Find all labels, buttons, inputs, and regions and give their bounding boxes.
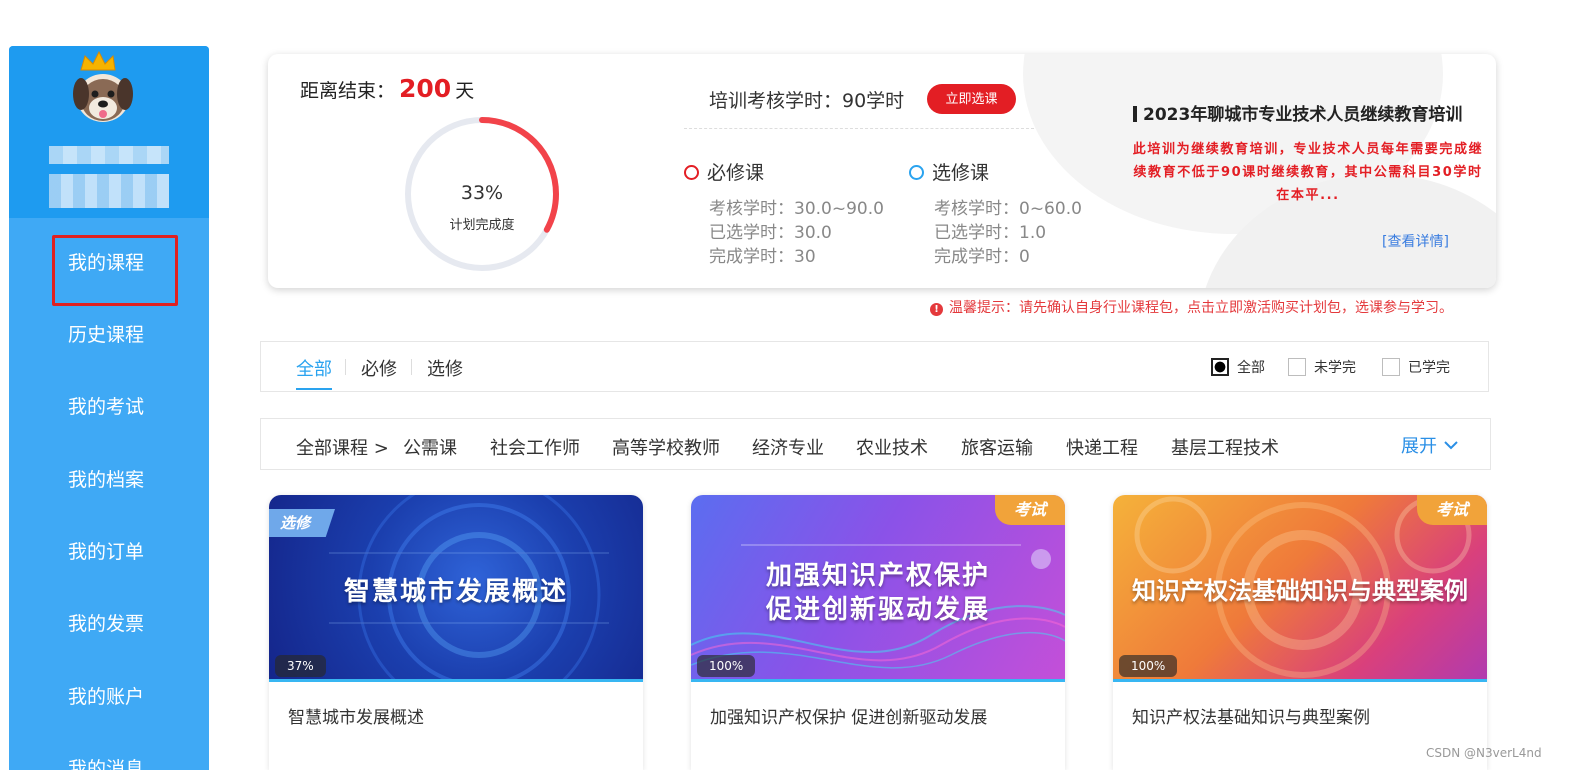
assessment-hours: 培训考核学时：90学时 xyxy=(709,90,905,112)
required-circle-icon xyxy=(684,165,699,180)
category-item[interactable]: 公需课 xyxy=(403,434,457,460)
category-item[interactable]: 经济专业 xyxy=(752,434,824,460)
checkbox-icon[interactable] xyxy=(1382,358,1400,376)
training-intro-title: 2023年聊城市专业技术人员继续教育培训 xyxy=(1133,100,1462,125)
course-cover: 知识产权法基础知识与典型案例 考试 100% xyxy=(1113,495,1487,681)
countdown-unit: 天 xyxy=(455,80,475,102)
filter-check-all[interactable]: 全部 xyxy=(1211,357,1265,377)
required-assess-hours: 考核学时：30.0~90.0 xyxy=(709,199,884,219)
sidebar: 我的课程 历史课程 我的考试 我的档案 我的订单 我的发票 我的账户 我的消息 xyxy=(9,46,209,770)
elective-badge: 选修 xyxy=(269,509,335,537)
progress-tag: 100% xyxy=(1119,655,1178,677)
required-selected-hours: 已选学时：30.0 xyxy=(709,223,832,243)
cover-divider xyxy=(1113,679,1487,682)
required-course-heading: 必修课 xyxy=(684,158,764,185)
sidebar-item-my-orders[interactable]: 我的订单 xyxy=(9,532,209,572)
divider xyxy=(684,128,1034,129)
tab-separator xyxy=(411,359,412,375)
sidebar-item-history-courses[interactable]: 历史课程 xyxy=(9,315,209,355)
username-blurred xyxy=(49,146,169,164)
exam-badge: 考试 xyxy=(1417,495,1487,525)
chevron-down-icon xyxy=(1444,441,1458,450)
title-bar-icon xyxy=(1133,106,1137,122)
course-cover: 加强知识产权保护 促进创新驱动发展 考试 100% xyxy=(691,495,1065,681)
user-profile-panel xyxy=(9,46,209,218)
progress-tag: 37% xyxy=(275,655,326,677)
watermark: CSDN @N3verL4nd xyxy=(1426,746,1542,760)
checkbox-checked-icon[interactable] xyxy=(1211,358,1229,376)
sidebar-item-my-account[interactable]: 我的账户 xyxy=(9,677,209,717)
countdown-days: 200 xyxy=(399,74,452,103)
tab-elective[interactable]: 选修 xyxy=(427,355,463,381)
completion-label: 计划完成度 xyxy=(449,218,515,233)
elective-circle-icon xyxy=(909,165,924,180)
filter-check-unfinished[interactable]: 未学完 xyxy=(1288,357,1356,377)
cover-divider xyxy=(269,679,643,682)
category-item[interactable]: 基层工程技术 xyxy=(1171,434,1279,460)
course-name[interactable]: 知识产权法基础知识与典型案例 xyxy=(1132,703,1370,728)
warm-tip-text: 温馨提示：请先确认自身行业课程包，点击立即激活购买计划包，选课参与学习。 xyxy=(949,300,1453,316)
elective-course-heading: 选修课 xyxy=(909,158,989,185)
course-card[interactable]: 知识产权法基础知识与典型案例 考试 100% 知识产权法基础知识与典型案例 xyxy=(1113,495,1487,770)
tab-all[interactable]: 全部 xyxy=(296,355,332,381)
category-item[interactable]: 农业技术 xyxy=(856,434,928,460)
alert-icon: ! xyxy=(930,303,943,316)
category-all[interactable]: 全部课程 > xyxy=(296,434,389,460)
progress-tag: 100% xyxy=(697,655,756,677)
user-info-blurred xyxy=(49,174,169,208)
completion-percent: 33% xyxy=(460,182,504,204)
category-item[interactable]: 社会工作师 xyxy=(490,434,580,460)
filter-check-finished-label: 已学完 xyxy=(1408,360,1450,376)
elective-assess-hours: 考核学时：0~60.0 xyxy=(934,199,1082,219)
sidebar-item-my-invoices[interactable]: 我的发票 xyxy=(9,604,209,644)
cover-title: 智慧城市发展概述 xyxy=(343,577,568,607)
view-details-link[interactable]: [查看详情] xyxy=(1382,231,1449,251)
course-name[interactable]: 智慧城市发展概述 xyxy=(288,703,424,728)
cover-title-line1: 加强知识产权保护 xyxy=(765,561,990,591)
required-completed-hours: 完成学时：30 xyxy=(709,247,816,267)
category-item[interactable]: 高等学校教师 xyxy=(612,434,720,460)
sidebar-item-my-messages[interactable]: 我的消息 xyxy=(9,749,209,770)
course-card[interactable]: 智慧城市发展概述 选修 37% 智慧城市发展概述 xyxy=(269,495,643,770)
training-stats-card: 距离结束： 200 天 33% 计划完成度 培训考核学时：90学时 立即选课 必修课… xyxy=(268,54,1496,288)
required-title: 必修课 xyxy=(707,162,765,184)
tab-separator xyxy=(345,359,346,375)
filter-check-finished[interactable]: 已学完 xyxy=(1382,357,1450,377)
active-tab-underline xyxy=(296,388,332,390)
tab-required[interactable]: 必修 xyxy=(361,355,397,381)
expand-label: 展开 xyxy=(1401,436,1437,457)
sidebar-item-my-exams[interactable]: 我的考试 xyxy=(9,387,209,427)
countdown: 距离结束： 200 天 xyxy=(300,74,474,103)
expand-categories-button[interactable]: 展开 xyxy=(1401,432,1459,458)
category-item[interactable]: 旅客运输 xyxy=(961,434,1033,460)
dog-avatar-icon[interactable] xyxy=(67,50,143,126)
cover-divider xyxy=(691,679,1065,682)
exam-badge: 考试 xyxy=(995,495,1065,525)
course-name[interactable]: 加强知识产权保护 促进创新驱动发展 xyxy=(710,703,987,728)
course-filter-bar: 全部 必修 选修 全部 未学完 已学完 xyxy=(260,341,1489,392)
select-course-button[interactable]: 立即选课 xyxy=(927,84,1016,114)
checkbox-icon[interactable] xyxy=(1288,358,1306,376)
countdown-prefix: 距离结束： xyxy=(300,80,396,102)
course-cover: 智慧城市发展概述 选修 37% xyxy=(269,495,643,681)
warm-tip: ! 温馨提示：请先确认自身行业课程包，点击立即激活购买计划包，选课参与学习。 xyxy=(930,297,1453,317)
filter-check-all-label: 全部 xyxy=(1237,360,1265,376)
filter-check-unfinished-label: 未学完 xyxy=(1314,360,1356,376)
training-intro-title-text: 2023年聊城市专业技术人员继续教育培训 xyxy=(1143,105,1463,125)
sidebar-item-my-records[interactable]: 我的档案 xyxy=(9,460,209,500)
training-intro-text: 此培训为继续教育培训，专业技术人员每年需要完成继续教育不低于90课时继续教育，其… xyxy=(1132,142,1484,203)
elective-title: 选修课 xyxy=(932,162,990,184)
elective-completed-hours: 完成学时：0 xyxy=(934,247,1030,267)
category-item[interactable]: 快递工程 xyxy=(1066,434,1138,460)
course-card[interactable]: 加强知识产权保护 促进创新驱动发展 考试 100% 加强知识产权保护 促进创新驱… xyxy=(691,495,1065,770)
category-bar: 全部课程 > 公需课 社会工作师 高等学校教师 经济专业 农业技术 旅客运输 快… xyxy=(260,418,1491,470)
sidebar-item-my-courses[interactable]: 我的课程 xyxy=(9,243,209,283)
elective-selected-hours: 已选学时：1.0 xyxy=(934,223,1047,243)
cover-title-line2: 促进创新驱动发展 xyxy=(765,595,990,625)
cover-title: 知识产权法基础知识与典型案例 xyxy=(1132,577,1468,605)
